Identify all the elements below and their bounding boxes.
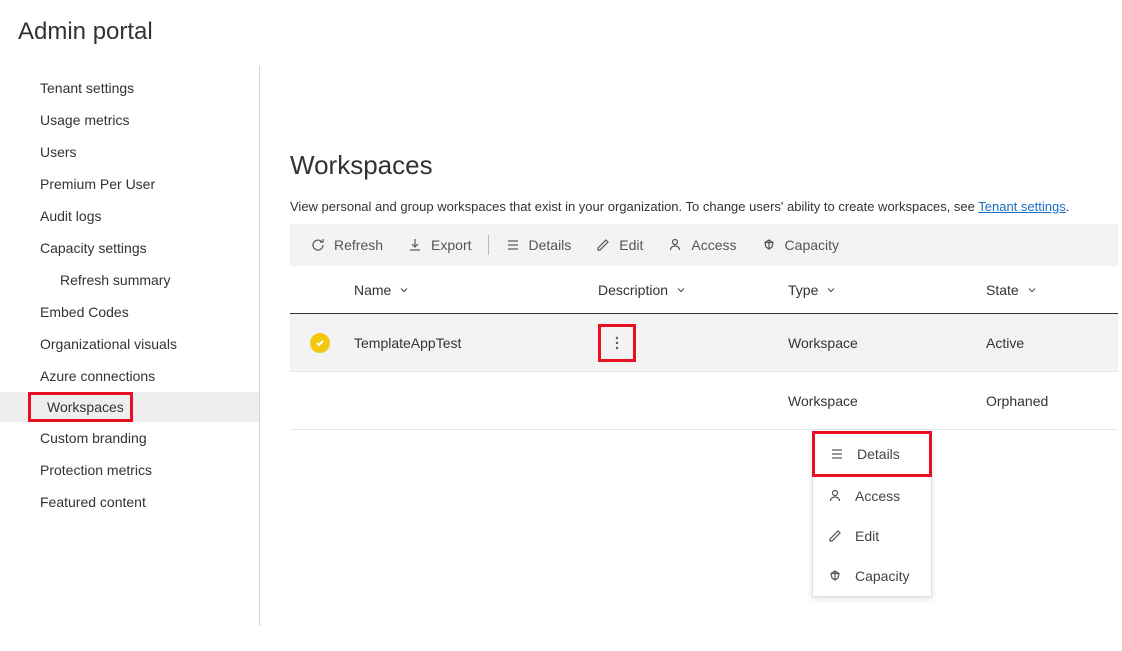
nav-custom-branding[interactable]: Custom branding (0, 422, 259, 454)
menu-details-label: Details (857, 446, 900, 462)
col-state-label: State (986, 282, 1019, 298)
details-label: Details (529, 237, 572, 253)
col-description[interactable]: Description (598, 282, 788, 298)
chevron-down-icon (399, 285, 409, 295)
col-description-label: Description (598, 282, 668, 298)
access-icon (827, 488, 843, 504)
access-icon (667, 237, 683, 253)
row-check[interactable] (290, 333, 354, 353)
cell-type: Workspace (788, 335, 986, 351)
cell-state: Active (986, 335, 1118, 351)
nav-audit-logs[interactable]: Audit logs (0, 200, 259, 232)
nav-refresh-summary[interactable]: Refresh summary (0, 264, 259, 296)
cell-description (598, 324, 788, 362)
chevron-down-icon (1027, 285, 1037, 295)
menu-edit-label: Edit (855, 528, 879, 544)
details-icon (505, 237, 521, 253)
menu-item-access[interactable]: Access (813, 476, 931, 516)
table-row[interactable]: Workspace Orphaned (290, 372, 1118, 430)
more-options-button[interactable] (603, 329, 631, 357)
details-button[interactable]: Details (493, 224, 584, 266)
details-icon (829, 446, 845, 462)
col-name-label: Name (354, 282, 391, 298)
cell-state: Orphaned (986, 393, 1118, 409)
edit-label: Edit (619, 237, 643, 253)
menu-item-details[interactable]: Details (815, 434, 929, 474)
export-label: Export (431, 237, 471, 253)
col-type-label: Type (788, 282, 818, 298)
cell-name: TemplateAppTest (354, 335, 598, 351)
toolbar: Refresh Export Details Edit (290, 224, 1118, 266)
main-layout: Tenant settings Usage metrics Users Prem… (0, 66, 1122, 626)
page-description-text: View personal and group workspaces that … (290, 199, 978, 214)
highlight-annotation: Details (812, 431, 932, 477)
export-icon (407, 237, 423, 253)
menu-access-label: Access (855, 488, 900, 504)
cell-type: Workspace (788, 393, 986, 409)
nav-usage-metrics[interactable]: Usage metrics (0, 104, 259, 136)
checkmark-icon (310, 333, 330, 353)
menu-item-edit[interactable]: Edit (813, 516, 931, 556)
edit-icon (827, 528, 843, 544)
row-context-menu: Details Access Edit Capacity (812, 431, 932, 597)
col-type[interactable]: Type (788, 282, 986, 298)
nav-azure-connections[interactable]: Azure connections (0, 360, 259, 392)
capacity-icon (827, 568, 843, 584)
refresh-label: Refresh (334, 237, 383, 253)
edit-icon (595, 237, 611, 253)
chevron-down-icon (676, 285, 686, 295)
menu-capacity-label: Capacity (855, 568, 909, 584)
menu-item-capacity[interactable]: Capacity (813, 556, 931, 596)
toolbar-separator (488, 235, 489, 255)
chevron-down-icon (826, 285, 836, 295)
table-header: Name Description Type State (290, 266, 1118, 314)
access-label: Access (691, 237, 736, 253)
main-content: Workspaces View personal and group works… (260, 66, 1122, 626)
tenant-settings-link[interactable]: Tenant settings (978, 199, 1065, 214)
nav-premium-per-user[interactable]: Premium Per User (0, 168, 259, 200)
portal-title: Admin portal (0, 0, 1122, 66)
workspaces-table: Name Description Type State (290, 266, 1118, 430)
edit-button[interactable]: Edit (583, 224, 655, 266)
nav-tenant-settings[interactable]: Tenant settings (0, 72, 259, 104)
capacity-icon (761, 237, 777, 253)
page-description-post: . (1066, 199, 1070, 214)
page-title: Workspaces (290, 150, 1118, 181)
nav-capacity-settings[interactable]: Capacity settings (0, 232, 259, 264)
nav-embed-codes[interactable]: Embed Codes (0, 296, 259, 328)
refresh-button[interactable]: Refresh (298, 224, 395, 266)
nav-featured-content[interactable]: Featured content (0, 486, 259, 518)
sidebar: Tenant settings Usage metrics Users Prem… (0, 66, 260, 626)
nav-users[interactable]: Users (0, 136, 259, 168)
access-button[interactable]: Access (655, 224, 748, 266)
capacity-label: Capacity (785, 237, 839, 253)
nav-workspaces[interactable]: Workspaces (0, 392, 259, 422)
refresh-icon (310, 237, 326, 253)
highlight-annotation (598, 324, 636, 362)
col-state[interactable]: State (986, 282, 1118, 298)
nav-protection-metrics[interactable]: Protection metrics (0, 454, 259, 486)
nav-organizational-visuals[interactable]: Organizational visuals (0, 328, 259, 360)
table-row[interactable]: TemplateAppTest Workspace Active (290, 314, 1118, 372)
export-button[interactable]: Export (395, 224, 483, 266)
nav-workspaces-label: Workspaces (37, 393, 124, 421)
highlight-annotation: Workspaces (28, 392, 133, 422)
col-name[interactable]: Name (354, 282, 598, 298)
capacity-button[interactable]: Capacity (749, 224, 851, 266)
page-description: View personal and group workspaces that … (290, 199, 1118, 214)
